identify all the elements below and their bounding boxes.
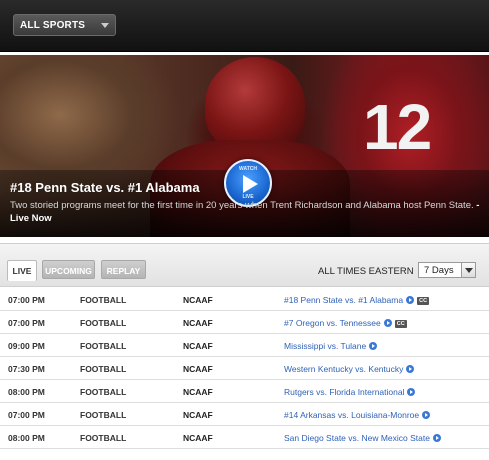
event-league: NCAAF <box>183 341 213 351</box>
event-link[interactable]: #18 Penn State vs. #1 Alabama CC <box>284 295 430 305</box>
hero-description-text: Two storied programs meet for the first … <box>10 200 474 211</box>
schedule-row: 07:30 PM FOOTBALL NCAAF Western Kentucky vs… <box>0 357 489 380</box>
event-sport: FOOTBALL <box>80 433 127 443</box>
event-time: 08:00 PM <box>8 433 45 443</box>
event-title[interactable]: #14 Arkansas vs. Louisiana-Monroe <box>284 410 419 420</box>
play-icon[interactable] <box>407 388 416 396</box>
play-icon[interactable] <box>406 365 415 373</box>
schedule-panel: LIVE UPCOMING REPLAY ALL TIMES EASTERN 7… <box>0 243 489 460</box>
schedule-row: 07:00 PM FOOTBALL NCAAF #18 Penn State vs. … <box>0 288 489 311</box>
timezone-label: ALL TIMES EASTERN <box>318 266 414 277</box>
player-helmet-image <box>205 57 305 152</box>
chevron-down-icon <box>101 23 109 28</box>
event-sport: FOOTBALL <box>80 410 127 420</box>
schedule-list: 07:00 PM FOOTBALL NCAAF #18 Penn State vs. … <box>0 288 489 449</box>
jersey-number: 12 <box>363 91 432 163</box>
event-title[interactable]: San Diego State vs. New Mexico State <box>284 433 430 443</box>
event-league: NCAAF <box>183 387 213 397</box>
event-sport: FOOTBALL <box>80 318 127 328</box>
schedule-row: 08:00 PM FOOTBALL NCAAF Rutgers vs. Florida… <box>0 380 489 403</box>
top-bar: ALL SPORTS <box>0 0 489 52</box>
hero-description: Two storied programs meet for the first … <box>10 199 480 225</box>
schedule-row: 08:00 PM FOOTBALL NCAAF San Diego State vs.… <box>0 426 489 449</box>
event-league: NCAAF <box>183 433 213 443</box>
event-time: 09:00 PM <box>8 341 45 351</box>
schedule-row: 07:00 PM FOOTBALL NCAAF #14 Arkansas vs. Lo… <box>0 403 489 426</box>
event-sport: FOOTBALL <box>80 364 127 374</box>
tab-upcoming[interactable]: UPCOMING <box>42 260 95 279</box>
tab-live[interactable]: LIVE <box>7 260 37 281</box>
play-icon <box>243 175 258 193</box>
play-icon[interactable] <box>422 411 431 419</box>
schedule-tab-bar: LIVE UPCOMING REPLAY ALL TIMES EASTERN 7… <box>0 244 489 287</box>
days-range-dropdown[interactable]: 7 Days <box>418 262 476 278</box>
schedule-row: 07:00 PM FOOTBALL NCAAF #7 Oregon vs. Tenne… <box>0 311 489 334</box>
event-title[interactable]: #18 Penn State vs. #1 Alabama <box>284 295 403 305</box>
event-league: NCAAF <box>183 410 213 420</box>
event-time: 07:00 PM <box>8 410 45 420</box>
event-title[interactable]: Rutgers vs. Florida International <box>284 387 404 397</box>
play-icon[interactable] <box>406 296 415 304</box>
closed-caption-icon: CC <box>394 320 407 328</box>
event-link[interactable]: San Diego State vs. New Mexico State <box>284 433 441 443</box>
tab-replay[interactable]: REPLAY <box>101 260 146 279</box>
event-link[interactable]: Mississippi vs. Tulane <box>284 341 378 351</box>
event-league: NCAAF <box>183 364 213 374</box>
event-sport: FOOTBALL <box>80 387 127 397</box>
closed-caption-icon: CC <box>417 297 430 305</box>
days-range-value: 7 Days <box>424 265 454 276</box>
event-time: 07:00 PM <box>8 318 45 328</box>
event-title[interactable]: Mississippi vs. Tulane <box>284 341 366 351</box>
play-icon[interactable] <box>383 319 392 327</box>
event-link[interactable]: Western Kentucky vs. Kentucky <box>284 364 415 374</box>
schedule-row: 09:00 PM FOOTBALL NCAAF Mississippi vs. Tul… <box>0 334 489 357</box>
chevron-down-icon[interactable] <box>461 263 475 277</box>
event-link[interactable]: Rutgers vs. Florida International <box>284 387 416 397</box>
event-time: 07:30 PM <box>8 364 45 374</box>
watch-label: WATCH <box>239 166 257 172</box>
event-time: 07:00 PM <box>8 295 45 305</box>
event-link[interactable]: #14 Arkansas vs. Louisiana-Monroe <box>284 410 431 420</box>
event-league: NCAAF <box>183 318 213 328</box>
sport-filter-label: ALL SPORTS <box>20 20 86 31</box>
event-title[interactable]: #7 Oregon vs. Tennessee <box>284 318 381 328</box>
play-icon[interactable] <box>369 342 378 350</box>
event-link[interactable]: #7 Oregon vs. Tennessee CC <box>284 318 407 328</box>
event-title[interactable]: Western Kentucky vs. Kentucky <box>284 364 403 374</box>
event-sport: FOOTBALL <box>80 341 127 351</box>
event-sport: FOOTBALL <box>80 295 127 305</box>
play-icon[interactable] <box>433 434 441 442</box>
event-league: NCAAF <box>183 295 213 305</box>
hero-title[interactable]: #18 Penn State vs. #1 Alabama <box>10 180 200 195</box>
event-time: 08:00 PM <box>8 387 45 397</box>
sport-filter-dropdown[interactable]: ALL SPORTS <box>13 14 116 36</box>
